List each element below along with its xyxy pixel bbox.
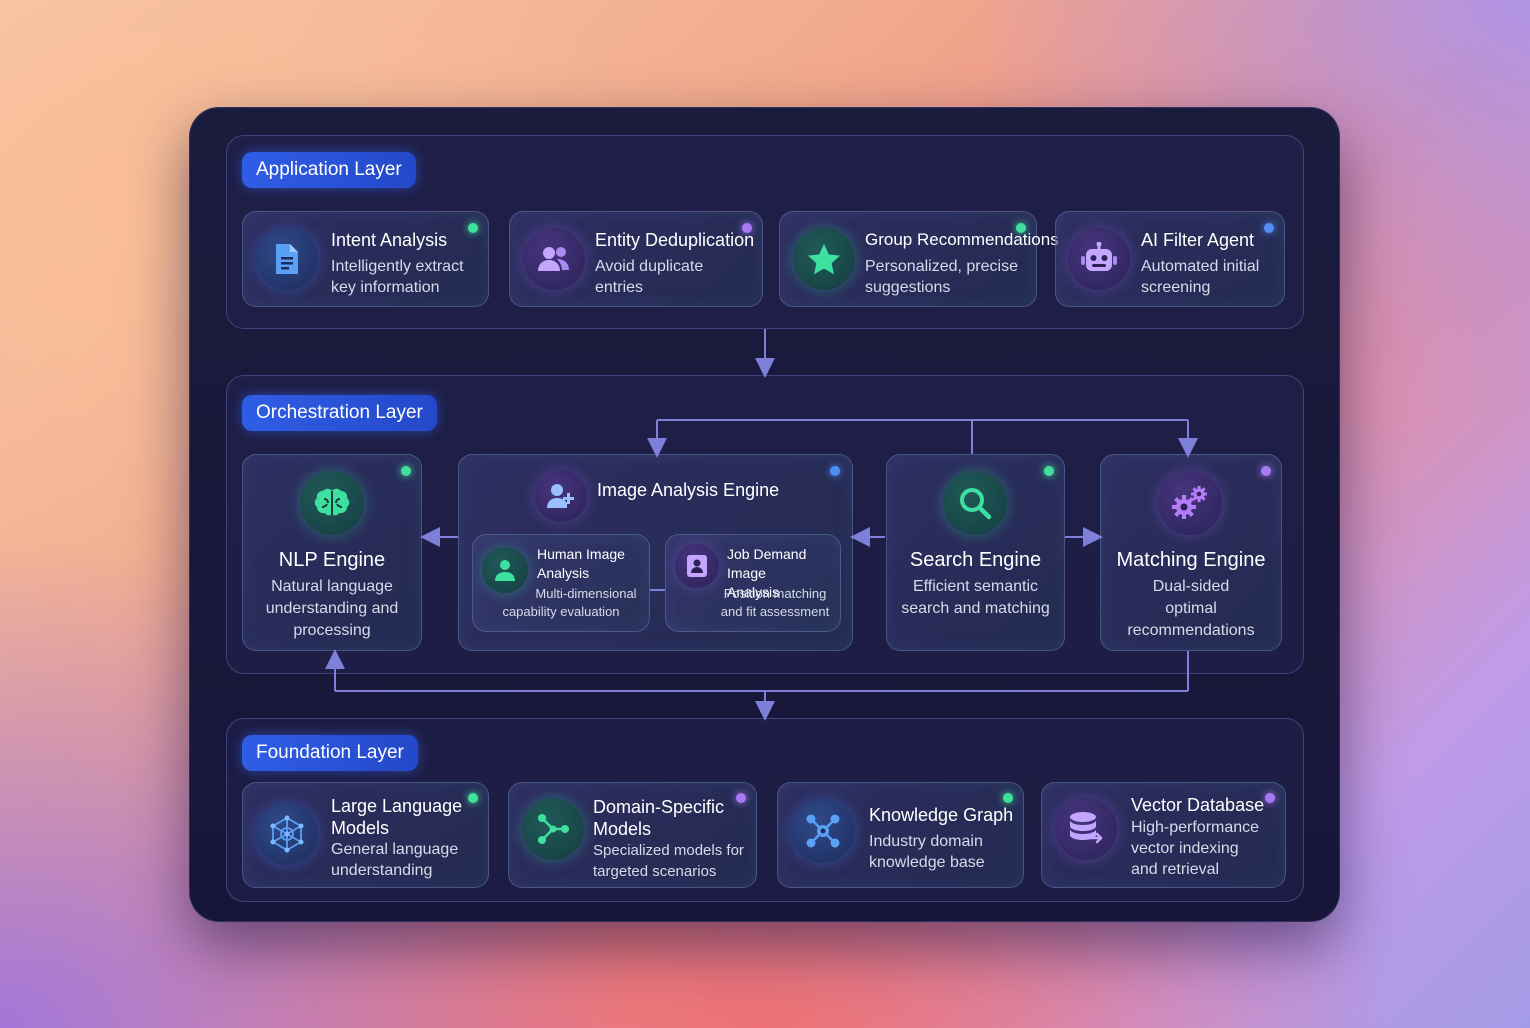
nlp-engine-card[interactable]: NLP Engine Natural language understanding…	[242, 454, 422, 651]
card-title: Domain-Specific Models	[593, 797, 725, 839]
card-title: Vector Database	[1131, 795, 1265, 815]
status-dot	[1261, 466, 1271, 476]
brain-icon	[300, 471, 364, 535]
card-title: Search Engine	[909, 549, 1042, 571]
card-desc: Personalized, precise suggestions	[865, 258, 1018, 296]
card-desc: Efficient semantic search and matching	[901, 578, 1050, 617]
vector-database-card[interactable]: Vector Database High-performance vector i…	[1041, 782, 1286, 888]
card-title: Matching Engine	[1116, 549, 1266, 571]
neural-network-icon	[256, 803, 318, 865]
card-desc: Industry domain knowledge base	[869, 833, 985, 871]
card-desc: Position matching and fit assessment	[720, 586, 830, 619]
search-engine-card[interactable]: Search Engine Efficient semantic search a…	[886, 454, 1065, 651]
intent-analysis-card[interactable]: Intent Analysis Intelligently extract key…	[242, 211, 489, 307]
orchestration-layer: Orchestration Layer NLP Engine Natural l…	[226, 375, 1304, 674]
status-dot	[1003, 793, 1013, 803]
user-plus-icon	[535, 470, 587, 522]
card-title: Entity Deduplication	[595, 230, 755, 250]
card-title: AI Filter Agent	[1141, 230, 1255, 250]
card-title: Image Analysis Engine	[597, 480, 780, 500]
large-language-models-card[interactable]: Large Language Models General language und…	[242, 782, 489, 888]
knowledge-graph-card[interactable]: Knowledge Graph Industry domain knowledge…	[777, 782, 1024, 888]
card-title: Large Language Models	[331, 796, 463, 838]
status-dot	[468, 223, 478, 233]
search-icon	[943, 471, 1007, 535]
status-dot	[1044, 466, 1054, 476]
foundation-layer-label: Foundation Layer	[242, 735, 418, 771]
card-desc: High-performance vector indexing and retri…	[1131, 819, 1260, 878]
status-dot	[1265, 793, 1275, 803]
card-title: Group Recommendations	[865, 230, 1059, 249]
ai-filter-agent-card[interactable]: AI Filter Agent Automated initial screeni…	[1055, 211, 1285, 307]
entity-deduplication-card[interactable]: Entity Deduplication Avoid duplicate entr…	[509, 211, 763, 307]
image-analysis-engine-card[interactable]: Image Analysis Engine Human Image Analysi…	[458, 454, 853, 651]
status-dot	[736, 793, 746, 803]
gears-icon	[1158, 471, 1222, 535]
card-title: Intent Analysis	[331, 230, 448, 250]
branch-icon	[522, 798, 584, 860]
card-desc: Avoid duplicate entries	[595, 258, 704, 296]
card-title: Human Image Analysis	[537, 546, 625, 581]
group-recommendations-card[interactable]: Group Recommendations Personalized, prec…	[779, 211, 1059, 307]
domain-specific-models-card[interactable]: Domain-Specific Models Specialized models…	[508, 782, 757, 888]
card-desc: Automated initial screening	[1141, 258, 1260, 296]
card-desc: Specialized models for targeted scenarios	[593, 842, 744, 880]
application-layer: Application Layer Intent Analysis Intell…	[226, 135, 1304, 329]
architecture-panel: Application Layer Intent Analysis Intell…	[189, 107, 1340, 922]
card-desc: Multi-dimensional capability evaluation	[502, 586, 637, 619]
job-demand-image-analysis-card[interactable]: Job Demand Image Analysis Position matchi…	[665, 534, 841, 632]
card-title: NLP Engine	[278, 549, 386, 571]
status-dot	[401, 466, 411, 476]
users-icon	[523, 228, 585, 290]
star-icon	[793, 228, 855, 290]
document-icon	[256, 228, 318, 290]
orchestration-layer-label: Orchestration Layer	[242, 395, 437, 431]
matching-engine-card[interactable]: Matching Engine Dual-sided optimal recomme…	[1100, 454, 1282, 651]
database-icon	[1055, 798, 1117, 860]
card-desc: General language understanding	[331, 841, 459, 879]
id-card-icon	[675, 544, 719, 588]
application-layer-label: Application Layer	[242, 152, 416, 188]
status-dot	[468, 793, 478, 803]
card-desc: Dual-sided optimal recommendations	[1127, 578, 1255, 639]
card-desc: Natural language understanding and process…	[265, 578, 399, 639]
human-image-analysis-card[interactable]: Human Image Analysis Multi-dimensional cap…	[472, 534, 650, 632]
status-dot	[830, 466, 840, 476]
robot-icon	[1068, 228, 1130, 290]
foundation-layer: Foundation Layer Large Language Models Ge…	[226, 718, 1304, 902]
graph-icon	[791, 799, 855, 863]
card-desc: Intelligently extract key information	[331, 258, 464, 296]
status-dot	[1264, 223, 1274, 233]
card-title: Knowledge Graph	[869, 805, 1014, 825]
